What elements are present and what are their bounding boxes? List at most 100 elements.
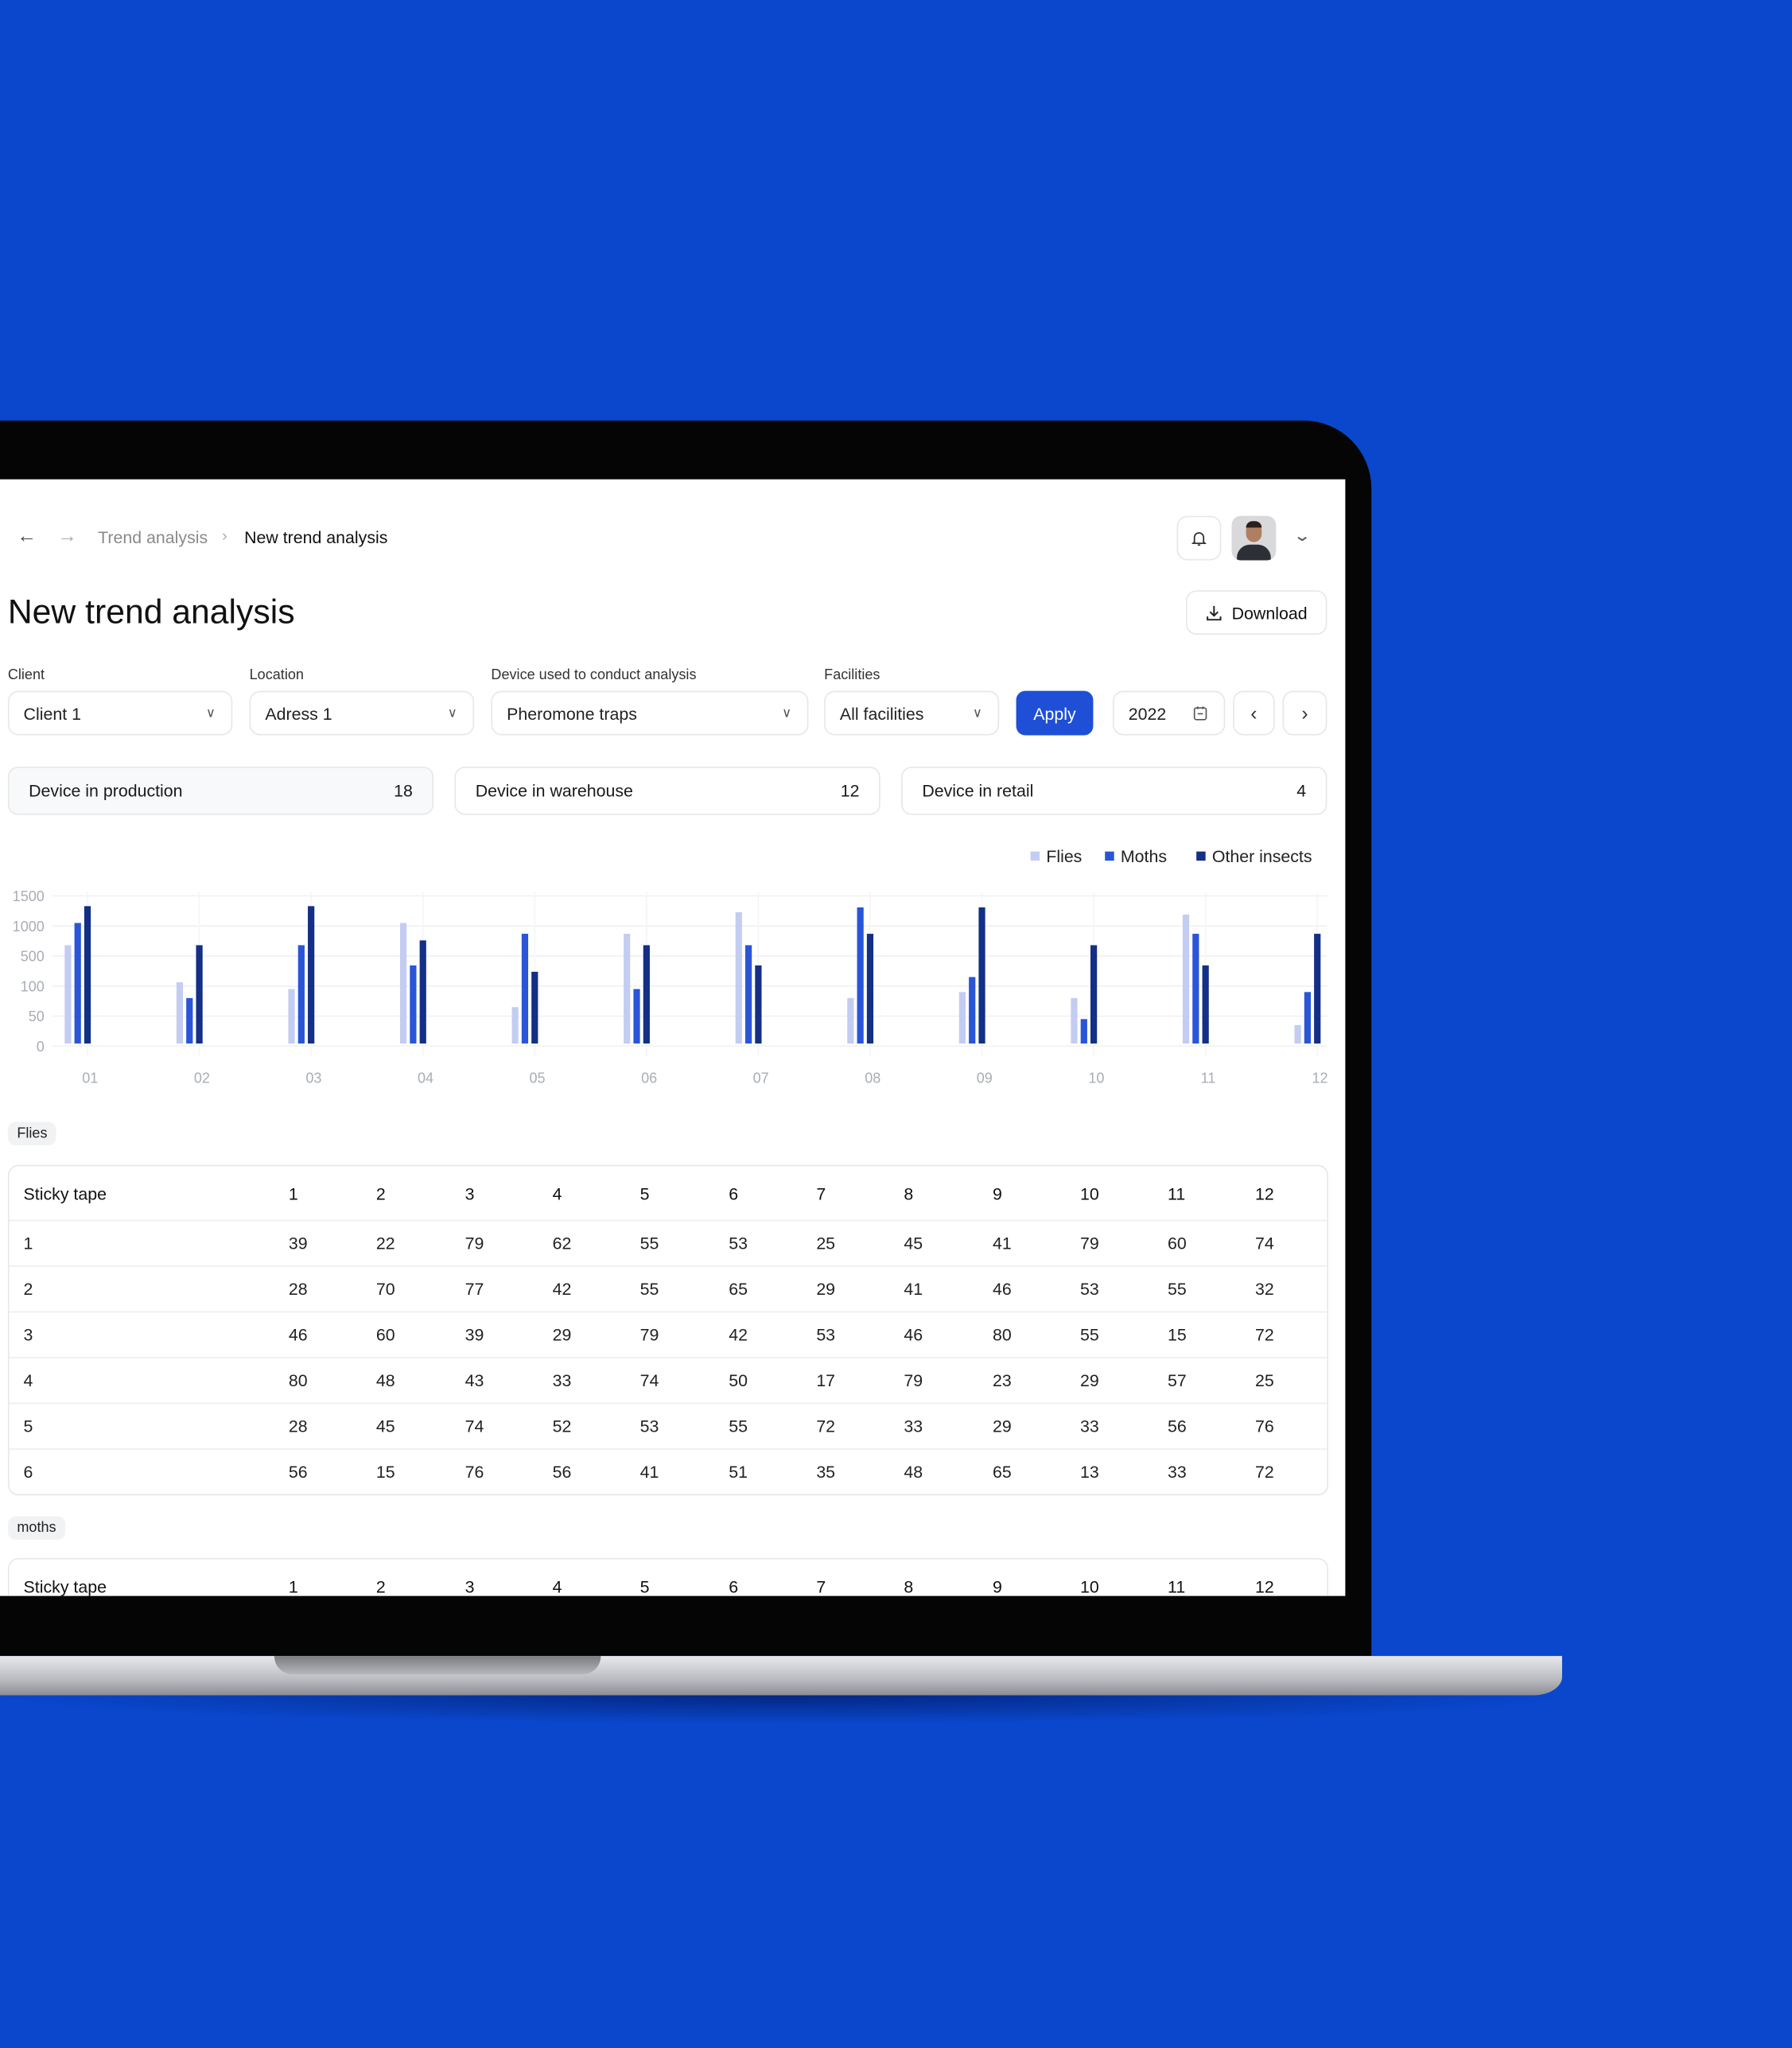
breadcrumb-current: New trend analysis <box>244 527 388 548</box>
card-device-retail[interactable]: Device in retail 4 <box>901 766 1327 815</box>
device-select[interactable]: Pheromone traps ∨ <box>491 690 809 736</box>
chevron-down-icon: ∨ <box>205 705 216 721</box>
notifications-button[interactable] <box>1176 515 1222 561</box>
flies-chip: Flies <box>7 1121 56 1146</box>
download-label: Download <box>1231 602 1308 623</box>
row-label: Sticky tape <box>23 1576 107 1596</box>
bell-icon <box>1191 532 1207 546</box>
row-label: 5 <box>23 1416 33 1436</box>
bar-flies <box>847 997 854 1044</box>
bar-other-insects <box>978 907 985 1044</box>
client-select[interactable]: Client 1 ∨ <box>7 690 233 736</box>
table-cell: 11 <box>1168 1576 1186 1596</box>
bar-other-insects <box>1314 934 1321 1044</box>
table-cell: 17 <box>816 1370 836 1391</box>
bar-flies <box>1182 914 1190 1044</box>
laptop-notch <box>274 1656 601 1675</box>
table-cell: 43 <box>465 1370 484 1391</box>
y-tick-label: 100 <box>21 978 45 994</box>
next-year-button[interactable]: › <box>1282 690 1327 736</box>
table-cell: 46 <box>288 1324 308 1345</box>
table-header-row: Sticky tape 1 2 3 4 5 6 7 8 9 10 11 12 <box>9 1166 1327 1219</box>
location-select[interactable]: Adress 1 ∨ <box>249 690 475 736</box>
x-tick-label: 04 <box>418 1070 433 1086</box>
apply-button[interactable]: Apply <box>1016 690 1094 736</box>
table-cell: 79 <box>465 1233 484 1253</box>
table-cell: 5 <box>639 1576 650 1596</box>
facilities-select[interactable]: All facilities ∨ <box>824 690 1000 736</box>
client-value: Client 1 <box>23 703 81 723</box>
row-label: 3 <box>23 1324 33 1345</box>
bar-flies <box>958 992 966 1044</box>
table-cell: 1 <box>288 1576 298 1596</box>
bar-other-insects <box>419 940 426 1044</box>
download-button[interactable]: Download <box>1186 590 1327 635</box>
card-value: 4 <box>1296 780 1307 801</box>
bar-other-insects <box>866 934 874 1044</box>
table-cell: 45 <box>904 1233 923 1253</box>
bar-flies <box>1294 1024 1301 1044</box>
bar-moths <box>410 965 417 1044</box>
table-row: 4 80 48 43 33 74 50 17 79 23 29 57 25 <box>9 1357 1327 1402</box>
card-label: Device in production <box>29 780 183 801</box>
device-label: Device used to conduct analysis <box>491 667 697 683</box>
table-cell: 53 <box>1080 1279 1099 1300</box>
chevron-down-icon: ∨ <box>972 705 982 721</box>
breadcrumb-trend-analysis[interactable]: Trend analysis <box>98 527 208 547</box>
chevron-down-icon: ∨ <box>782 705 792 721</box>
table-cell: 11 <box>1168 1183 1186 1203</box>
table-cell: 77 <box>465 1279 484 1300</box>
y-tick-label: 1500 <box>13 888 45 904</box>
legend-swatch <box>1196 851 1206 861</box>
y-tick-label: 0 <box>37 1039 45 1055</box>
table-cell: 60 <box>375 1324 395 1345</box>
table-cell: 13 <box>1080 1462 1099 1482</box>
table-cell: 7 <box>816 1183 826 1203</box>
table-cell: 15 <box>375 1462 395 1482</box>
table-cell: 12 <box>1255 1183 1274 1203</box>
arrow-right-icon[interactable]: → <box>57 525 77 547</box>
account-menu-chevron-icon[interactable]: ⌄ <box>1293 527 1312 545</box>
table-row: 3 46 60 39 29 79 42 53 46 80 55 15 72 <box>9 1311 1327 1357</box>
table-cell: 72 <box>1255 1324 1274 1345</box>
x-tick-label: 05 <box>530 1070 546 1086</box>
avatar[interactable] <box>1231 515 1277 561</box>
table-cell: 70 <box>375 1279 395 1300</box>
table-cell: 2 <box>375 1576 386 1596</box>
table-cell: 79 <box>639 1324 659 1345</box>
card-device-production[interactable]: Device in production 18 <box>7 766 434 815</box>
laptop-base <box>0 1656 1562 1696</box>
chevron-down-icon: ∨ <box>447 705 457 721</box>
table-cell: 65 <box>729 1279 748 1300</box>
table-cell: 56 <box>552 1462 572 1482</box>
previous-year-button[interactable]: ‹ <box>1233 690 1275 736</box>
year-picker[interactable]: 2022 <box>1113 690 1226 736</box>
table-cell: 41 <box>904 1279 923 1300</box>
facilities-label: Facilities <box>824 667 880 683</box>
page-title: New trend analysis <box>7 591 295 631</box>
table-cell: 65 <box>992 1462 1012 1482</box>
trend-chart: 0 50 100 500 1000 1500 01 02 03 04 05 06 07 08 09 10 11 1… <box>13 847 1328 1086</box>
x-tick-label: 07 <box>753 1070 769 1086</box>
table-cell: 45 <box>375 1416 395 1436</box>
x-tick-label: 12 <box>1312 1070 1327 1086</box>
table-cell: 33 <box>904 1416 923 1436</box>
table-cell: 32 <box>1255 1279 1274 1300</box>
card-value: 18 <box>394 780 413 801</box>
table-cell: 6 <box>729 1183 739 1203</box>
moths-chip: moths <box>7 1516 66 1541</box>
table-cell: 48 <box>904 1462 923 1482</box>
table-cell: 72 <box>1255 1462 1274 1482</box>
bar-flies <box>735 911 742 1044</box>
card-device-warehouse[interactable]: Device in warehouse 12 <box>454 766 880 815</box>
arrow-left-icon[interactable]: ← <box>17 525 37 547</box>
row-label: 1 <box>23 1233 33 1253</box>
bar-flies <box>1071 997 1078 1044</box>
table-cell: 39 <box>465 1324 484 1345</box>
table-cell: 46 <box>992 1279 1012 1300</box>
laptop-shadow <box>0 1695 1568 1724</box>
table-cell: 79 <box>904 1370 923 1391</box>
table-row: 6 56 15 76 56 41 51 35 48 65 13 33 72 <box>9 1448 1327 1494</box>
table-cell: 3 <box>465 1576 475 1596</box>
card-label: Device in warehouse <box>475 780 633 801</box>
